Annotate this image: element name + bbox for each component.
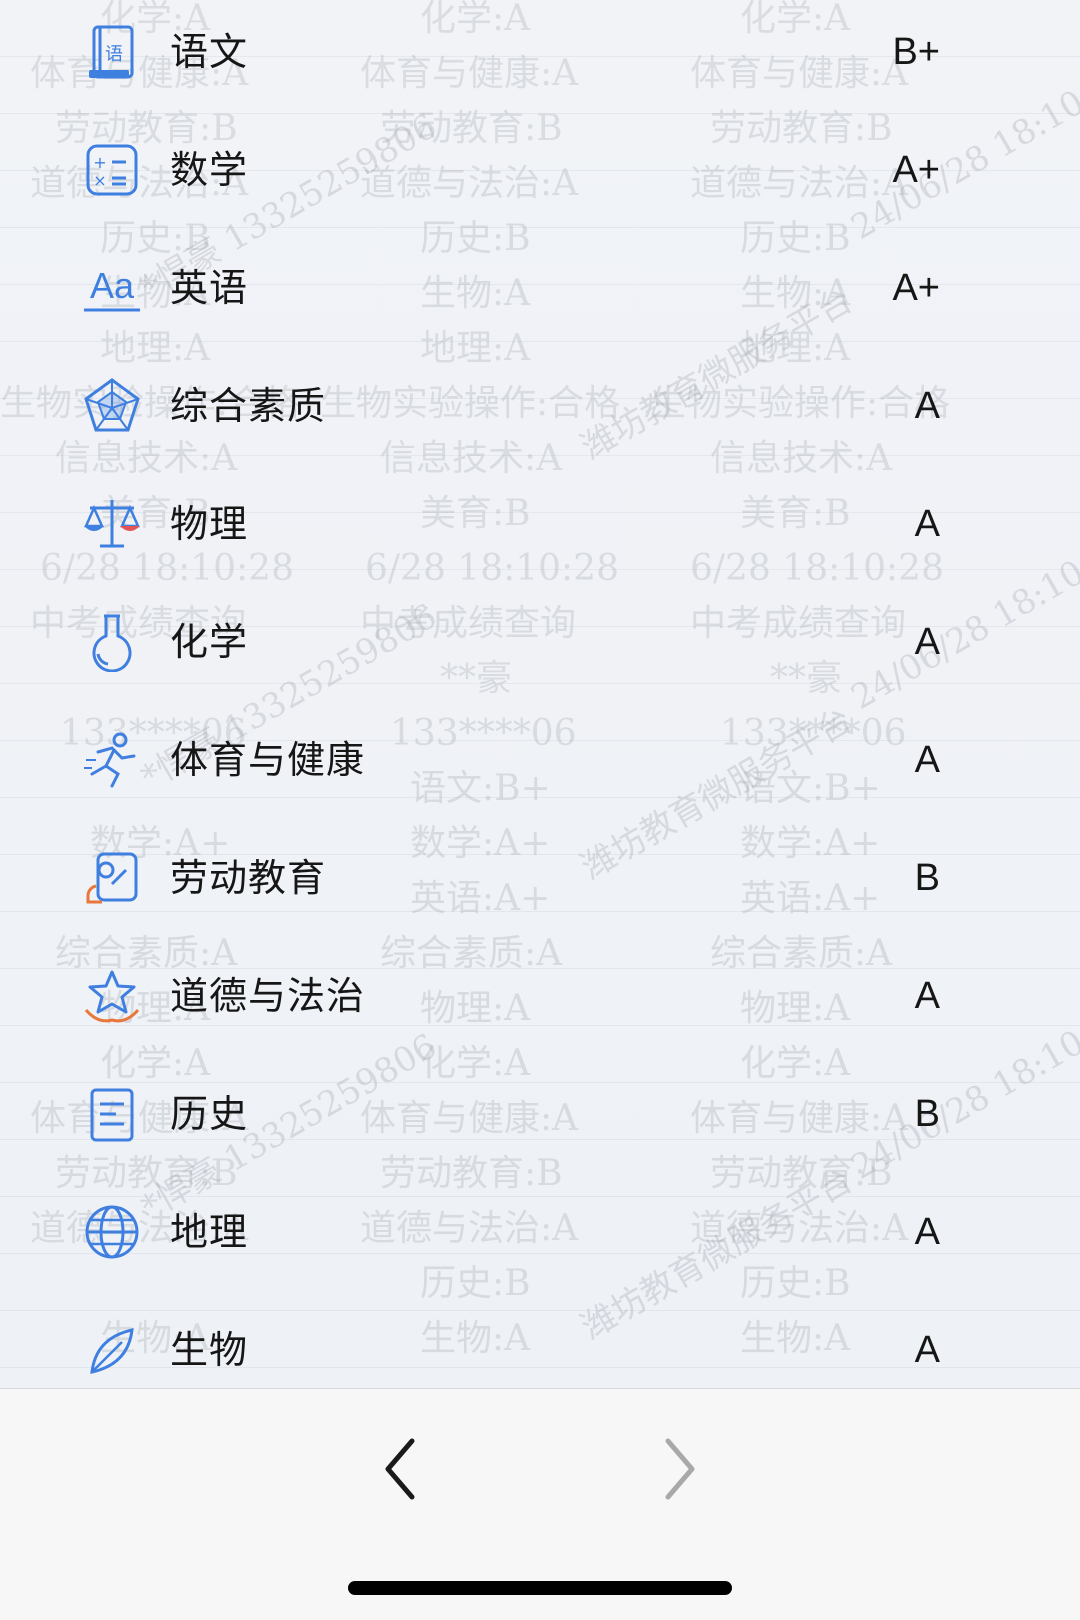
subject-name: 语文 xyxy=(170,28,248,76)
balance-scale-icon xyxy=(82,494,142,554)
english-aa-icon: Aa xyxy=(82,258,142,318)
subject-name: 体育与健康 xyxy=(170,736,365,784)
globe-icon xyxy=(82,1202,142,1262)
grade-row[interactable]: 道德与法治 A xyxy=(0,944,1080,1066)
pentagon-radar-icon xyxy=(82,376,142,436)
subject-grade: A xyxy=(915,972,940,1020)
svg-text:Aa: Aa xyxy=(90,265,135,306)
grade-row[interactable]: 历史 B xyxy=(0,1062,1080,1184)
grade-list-screen: 化学:A 体育与健康:A 劳动教育:B 道德与法治:A 历史:B 生物:A 地理… xyxy=(0,0,1080,1388)
subject-grade: B xyxy=(915,1090,940,1138)
chevron-right-icon xyxy=(650,1429,710,1509)
subject-grade: A xyxy=(915,1208,940,1256)
subject-grade: B xyxy=(915,854,940,902)
subject-grade: A+ xyxy=(892,264,940,312)
grade-row[interactable]: 物理 A xyxy=(0,472,1080,594)
svg-text:×: × xyxy=(93,171,106,190)
runner-icon xyxy=(82,730,142,790)
leaf-icon xyxy=(82,1320,142,1380)
flask-icon xyxy=(82,612,142,672)
forward-button[interactable] xyxy=(650,1429,710,1509)
grade-row[interactable]: 语 语文 B+ xyxy=(0,0,1080,122)
subject-name: 化学 xyxy=(170,618,248,666)
subject-grade: A xyxy=(915,500,940,548)
grade-row[interactable]: 劳动教育 B xyxy=(0,826,1080,948)
grade-row[interactable]: Aa 英语 A+ xyxy=(0,236,1080,358)
grade-row[interactable]: 地理 A xyxy=(0,1180,1080,1302)
subject-name: 英语 xyxy=(170,264,248,312)
subject-name: 道德与法治 xyxy=(170,972,365,1020)
subject-name: 数学 xyxy=(170,146,248,194)
chevron-left-icon xyxy=(370,1429,430,1509)
grade-row[interactable]: 生物 A xyxy=(0,1298,1080,1388)
subject-grade: A xyxy=(915,618,940,666)
calculator-icon: + × xyxy=(82,140,142,200)
svg-text:语: 语 xyxy=(105,44,123,65)
svg-text:+: + xyxy=(93,153,106,172)
labor-icon xyxy=(82,848,142,908)
star-hands-icon xyxy=(82,966,142,1026)
subject-name: 综合素质 xyxy=(170,382,326,430)
document-icon xyxy=(82,1084,142,1144)
home-indicator[interactable] xyxy=(348,1581,732,1595)
subject-name: 生物 xyxy=(170,1326,248,1374)
grade-row[interactable]: + × 数学 A+ xyxy=(0,118,1080,240)
grade-row[interactable]: 体育与健康 A xyxy=(0,708,1080,830)
grade-row[interactable]: 化学 A xyxy=(0,590,1080,712)
subject-grade: A xyxy=(915,1326,940,1374)
grade-row[interactable]: 综合素质 A xyxy=(0,354,1080,476)
subject-name: 历史 xyxy=(170,1090,248,1138)
subject-grade: A xyxy=(915,736,940,784)
subject-grade: A+ xyxy=(892,146,940,194)
subject-name: 劳动教育 xyxy=(170,854,326,902)
chinese-book-icon: 语 xyxy=(82,22,142,82)
back-button[interactable] xyxy=(370,1429,430,1509)
browser-bottom-toolbar xyxy=(0,1388,1080,1620)
subject-name: 物理 xyxy=(170,500,248,548)
subject-grade: A xyxy=(915,382,940,430)
subject-grade: B+ xyxy=(892,28,940,76)
subject-name: 地理 xyxy=(170,1208,248,1256)
